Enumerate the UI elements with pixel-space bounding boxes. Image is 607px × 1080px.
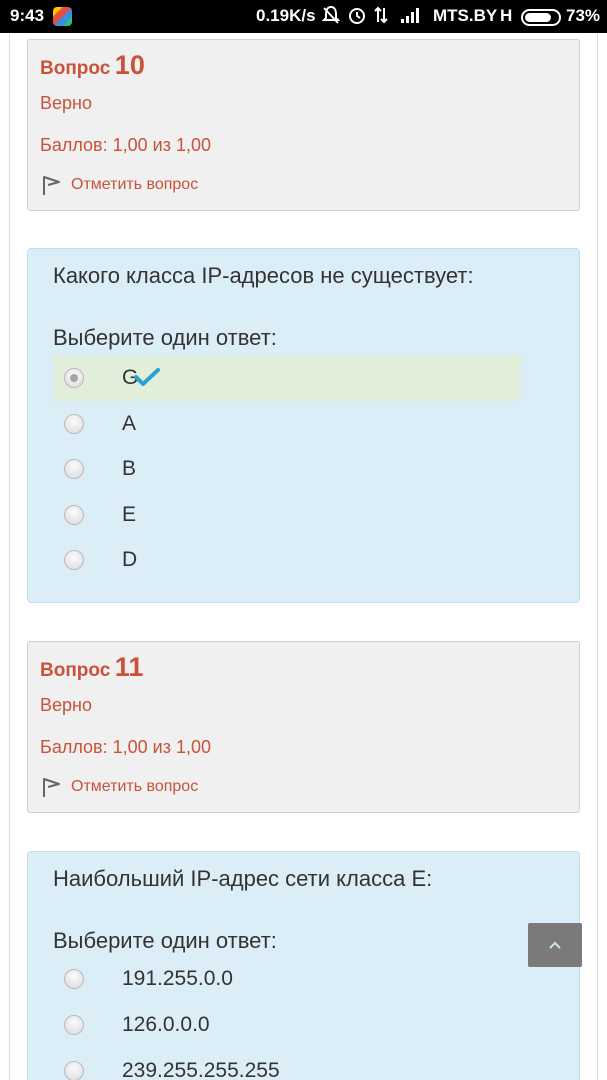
alarm-icon (348, 5, 366, 25)
status-speed: 0.19K/s (256, 6, 316, 25)
question-grade: Баллов: 1,00 из 1,00 (40, 135, 211, 155)
question-info-10: Вопрос 10 Верно Баллов: 1,00 из 1,00 Отм… (27, 39, 580, 211)
radio-button[interactable] (64, 505, 84, 525)
radio-button-checked[interactable] (64, 368, 84, 388)
app-icon (53, 7, 72, 26)
answer-option[interactable]: D (53, 537, 521, 583)
answer-prompt: Выберите один ответ: (53, 928, 277, 953)
page-border-left (9, 33, 10, 1080)
radio-button[interactable] (64, 459, 84, 479)
scroll-to-top-button[interactable] (528, 923, 582, 967)
answer-option[interactable]: A (53, 401, 521, 447)
answer-option-text: B (122, 457, 137, 480)
flag-question-label[interactable]: Отметить вопрос (71, 778, 198, 796)
question-content-11: Наибольший IP-адрес сети класса E: Выбер… (27, 851, 580, 1080)
check-icon (134, 368, 160, 386)
data-icon (374, 5, 392, 25)
flag-icon (43, 176, 60, 195)
answer-option[interactable]: 126.0.0.0 (53, 1002, 521, 1048)
status-icons (321, 5, 419, 25)
flag-question-link[interactable]: Отметить вопрос (40, 776, 198, 798)
answer-option-text: 239.255.255.255 (122, 1059, 280, 1080)
answer-option-text: 191.255.0.0 (122, 967, 233, 990)
answer-option[interactable]: G (53, 355, 521, 401)
signal-icon (400, 5, 419, 25)
question-number-value: 11 (114, 652, 144, 682)
answer-option-text: 126.0.0.0 (122, 1013, 210, 1036)
chevron-up-icon (549, 941, 561, 949)
answer-option[interactable]: E (53, 492, 521, 538)
status-network: H (500, 6, 513, 25)
radio-button[interactable] (64, 969, 84, 989)
question-grade: Баллов: 1,00 из 1,00 (40, 737, 211, 757)
question-text: Наибольший IP-адрес сети класса E: (53, 866, 433, 891)
answer-option[interactable]: 191.255.0.0 (53, 956, 521, 1002)
answer-option-text: D (122, 548, 138, 571)
status-bar: 9:43 0.19K/s MTS.BY H 73% (0, 0, 607, 33)
mute-icon (321, 5, 341, 25)
radio-button[interactable] (64, 414, 84, 434)
question-label: Вопрос (40, 58, 111, 79)
question-number: Вопрос 11 (40, 652, 143, 683)
question-info-11: Вопрос 11 Верно Баллов: 1,00 из 1,00 Отм… (27, 641, 580, 813)
question-number: Вопрос 10 (40, 50, 145, 81)
page-border-right (597, 33, 598, 1080)
answer-option[interactable]: 239.255.255.255 (53, 1048, 521, 1080)
question-text: Какого класса IP-адресов не существует: (53, 263, 474, 288)
radio-button[interactable] (64, 1015, 84, 1035)
question-label: Вопрос (40, 660, 111, 681)
battery-icon (521, 9, 561, 26)
flag-icon (43, 778, 60, 797)
answer-prompt: Выберите один ответ: (53, 325, 277, 350)
status-time: 9:43 (10, 6, 45, 25)
question-state: Верно (40, 93, 92, 113)
question-state: Верно (40, 695, 92, 715)
question-content-10: Какого класса IP-адресов не существует: … (27, 248, 580, 603)
status-carrier: MTS.BY (433, 6, 498, 25)
answer-option-text: A (122, 412, 137, 435)
battery-percent: 73% (566, 6, 601, 25)
radio-button[interactable] (64, 550, 84, 570)
radio-button[interactable] (64, 1061, 84, 1080)
answer-option-text: E (122, 503, 137, 526)
flag-question-label[interactable]: Отметить вопрос (71, 176, 198, 194)
flag-question-link[interactable]: Отметить вопрос (40, 174, 198, 196)
question-number-value: 10 (114, 50, 145, 80)
answer-option[interactable]: B (53, 446, 521, 492)
